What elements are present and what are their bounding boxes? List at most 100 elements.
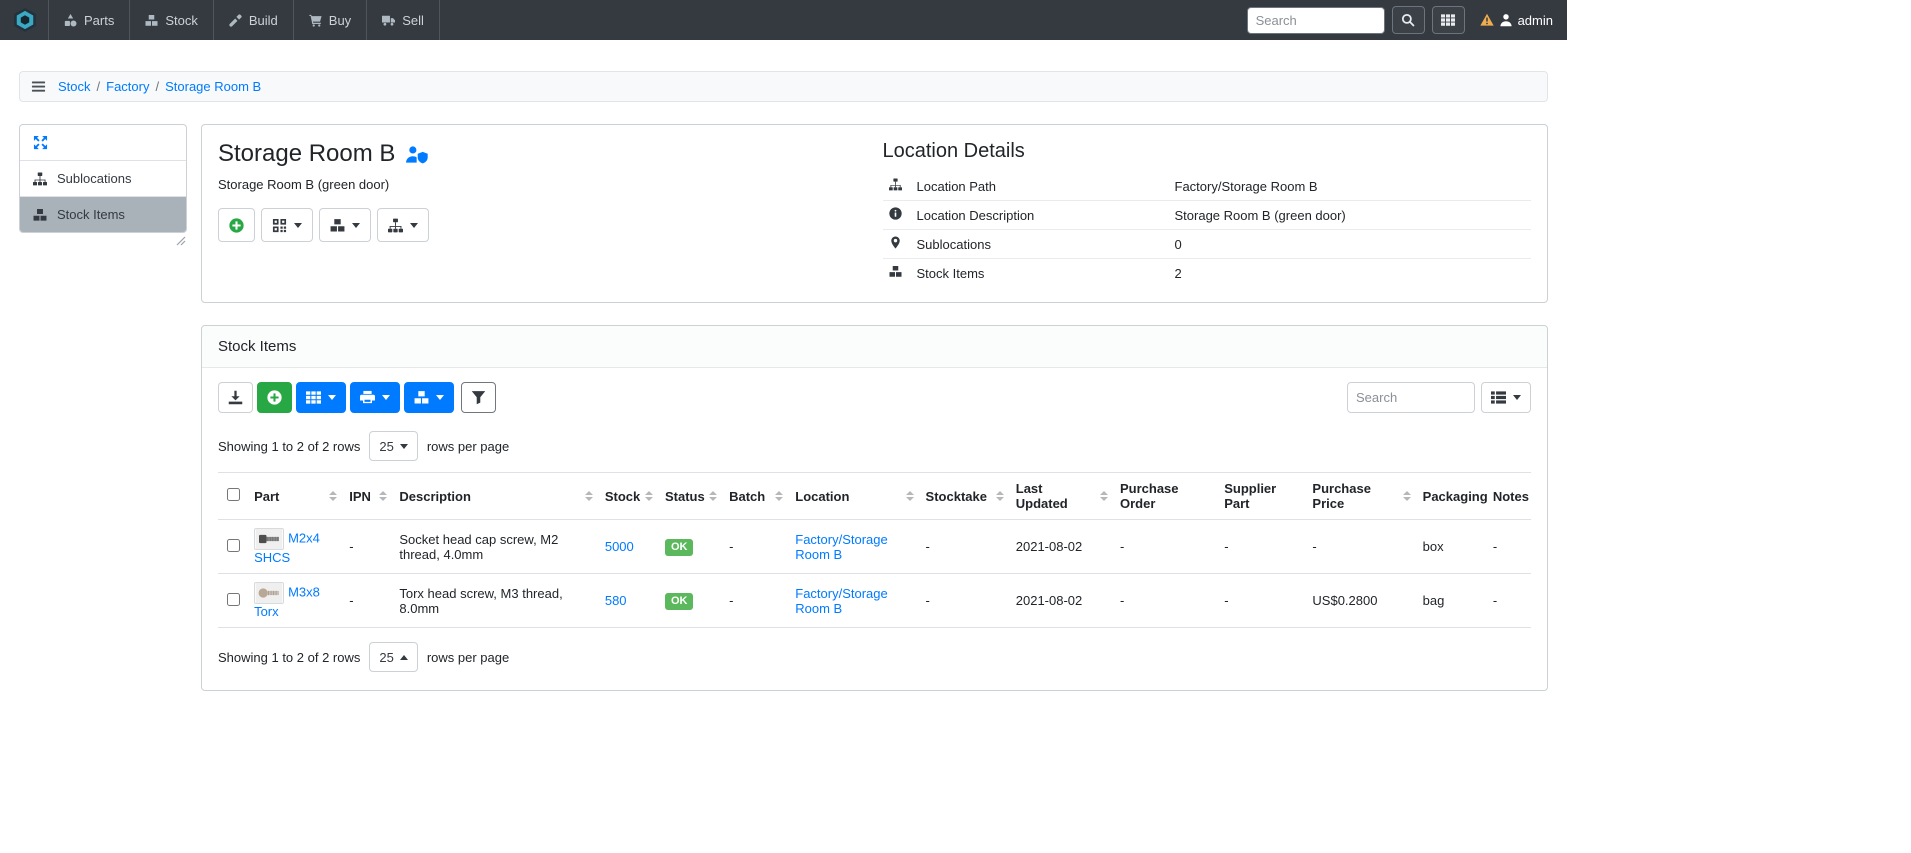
cell-last-updated: 2021-08-02: [1010, 520, 1114, 574]
page-size-dropdown[interactable]: 25: [369, 431, 417, 461]
caret-down-icon: [382, 395, 390, 400]
select-all-checkbox[interactable]: [227, 488, 240, 501]
sidebar-item-sublocations[interactable]: Sublocations: [20, 161, 186, 197]
filter-button[interactable]: [461, 382, 496, 413]
cell-batch: -: [723, 574, 789, 628]
breadcrumb-link-stock[interactable]: Stock: [58, 79, 91, 94]
stock-actions-button[interactable]: [319, 208, 371, 242]
add-button[interactable]: [218, 208, 255, 242]
boxes-icon: [330, 218, 345, 233]
stock-quantity-link[interactable]: 580: [605, 593, 627, 608]
export-button[interactable]: [218, 382, 253, 413]
nav-item-build[interactable]: Build: [213, 0, 293, 40]
column-header-stock[interactable]: Stock: [599, 473, 659, 520]
stock-toolbar: [218, 382, 1531, 413]
nav-item-sell[interactable]: Sell: [366, 0, 440, 40]
sort-icon: [992, 491, 1004, 501]
location-link[interactable]: Factory/Storage Room B: [795, 586, 888, 616]
column-label: Stocktake: [926, 489, 987, 504]
breadcrumb-link-storage-room-b[interactable]: Storage Room B: [165, 79, 261, 94]
part-thumbnail: [254, 582, 284, 604]
sidebar-resize-handle[interactable]: [19, 233, 187, 246]
cell-part: M3x8 Torx: [248, 574, 343, 628]
column-header-location[interactable]: Location: [789, 473, 919, 520]
stock-options-button[interactable]: [296, 382, 346, 413]
stock-search-input[interactable]: [1347, 382, 1475, 413]
detail-row: Stock Items2: [883, 259, 1532, 288]
detail-label: Sublocations: [911, 230, 1169, 259]
column-header-batch[interactable]: Batch: [723, 473, 789, 520]
nav-item-parts[interactable]: Parts: [48, 0, 129, 40]
column-header-part[interactable]: Part: [248, 473, 343, 520]
breadcrumb-bar: Stock/Factory/Storage Room B: [19, 71, 1548, 102]
cell-status: OK: [659, 520, 723, 574]
column-label: Batch: [729, 489, 765, 504]
inventree-logo-icon[interactable]: [12, 7, 38, 33]
sort-icon: [581, 491, 593, 501]
column-header-description[interactable]: Description: [393, 473, 598, 520]
navbar-apps-button[interactable]: [1432, 6, 1465, 34]
caret-down-icon: [436, 395, 444, 400]
cell-packaging: box: [1417, 520, 1487, 574]
location-details-table: Location PathFactory/Storage Room BLocat…: [883, 172, 1532, 287]
column-label: Status: [665, 489, 705, 504]
location-actions: [218, 208, 875, 242]
location-link[interactable]: Factory/Storage Room B: [795, 532, 888, 562]
column-header-last-updated[interactable]: Last Updated: [1010, 473, 1114, 520]
navbar-user[interactable]: admin: [1480, 13, 1553, 28]
page-size-dropdown[interactable]: 25: [369, 642, 417, 672]
columns-dropdown-button[interactable]: [1481, 382, 1531, 413]
boxes-icon: [414, 390, 429, 405]
column-header-supplier-part[interactable]: Supplier Part: [1218, 473, 1306, 520]
cell-ipn: -: [343, 574, 393, 628]
boxes-icon: [889, 265, 902, 278]
sidebar-item-stock-items[interactable]: Stock Items: [20, 197, 186, 232]
detail-row: Sublocations0: [883, 230, 1532, 259]
sidebar-expand-button[interactable]: [20, 125, 186, 161]
column-header-purchase-price[interactable]: Purchase Price: [1306, 473, 1416, 520]
column-label: Purchase Order: [1120, 481, 1212, 511]
print-icon: [360, 390, 375, 405]
row-checkbox[interactable]: [227, 539, 240, 552]
nav-item-buy[interactable]: Buy: [293, 0, 366, 40]
nav-item-stock[interactable]: Stock: [129, 0, 213, 40]
column-header-notes[interactable]: Notes: [1487, 473, 1531, 520]
stock-row: M3x8 Torx-Torx head screw, M3 thread, 8.…: [218, 574, 1531, 628]
location-details-title: Location Details: [883, 140, 1532, 163]
stock-table-body: M2x4 SHCS-Socket head cap screw, M2 thre…: [218, 520, 1531, 628]
column-label: Last Updated: [1016, 481, 1096, 511]
navbar-search-input[interactable]: [1247, 7, 1385, 34]
cell-purchase-price: -: [1306, 520, 1416, 574]
stock-actions-button[interactable]: [404, 382, 454, 413]
column-header-status[interactable]: Status: [659, 473, 723, 520]
column-header-stocktake[interactable]: Stocktake: [920, 473, 1010, 520]
stock-quantity-link[interactable]: 5000: [605, 539, 634, 554]
cell-location: Factory/Storage Room B: [789, 574, 919, 628]
location-actions-button[interactable]: [377, 208, 429, 242]
navbar-search-button[interactable]: [1392, 6, 1425, 34]
column-label: IPN: [349, 489, 371, 504]
sitemap-icon: [388, 218, 403, 233]
cell-stock: 580: [599, 574, 659, 628]
pagination-bottom: Showing 1 to 2 of 2 rows 25 rows per pag…: [218, 642, 1531, 672]
stock-toolbar-left: [218, 382, 496, 413]
user-icon: [1499, 13, 1513, 27]
barcode-actions-button[interactable]: [261, 208, 313, 242]
nav-item-label: Stock: [165, 13, 198, 28]
column-header-packaging[interactable]: Packaging: [1417, 473, 1487, 520]
new-stock-item-button[interactable]: [257, 382, 292, 413]
column-header-purchase-order[interactable]: Purchase Order: [1114, 473, 1218, 520]
sidebar-toggle-icon[interactable]: [31, 79, 46, 94]
stock-table: Part IPN DescriptionStock Status Batch Locati…: [218, 472, 1531, 628]
sidebar: SublocationsStock Items: [19, 124, 187, 246]
breadcrumb-link-factory[interactable]: Factory: [106, 79, 149, 94]
print-actions-button[interactable]: [350, 382, 400, 413]
column-header-ipn[interactable]: IPN: [343, 473, 393, 520]
detail-value: 0: [1169, 230, 1532, 259]
sort-icon: [1399, 491, 1411, 501]
sort-icon: [1096, 491, 1108, 501]
caret-down-icon: [410, 223, 418, 228]
row-checkbox[interactable]: [227, 593, 240, 606]
truck-icon: [382, 14, 395, 27]
breadcrumb: Stock/Factory/Storage Room B: [58, 79, 261, 94]
